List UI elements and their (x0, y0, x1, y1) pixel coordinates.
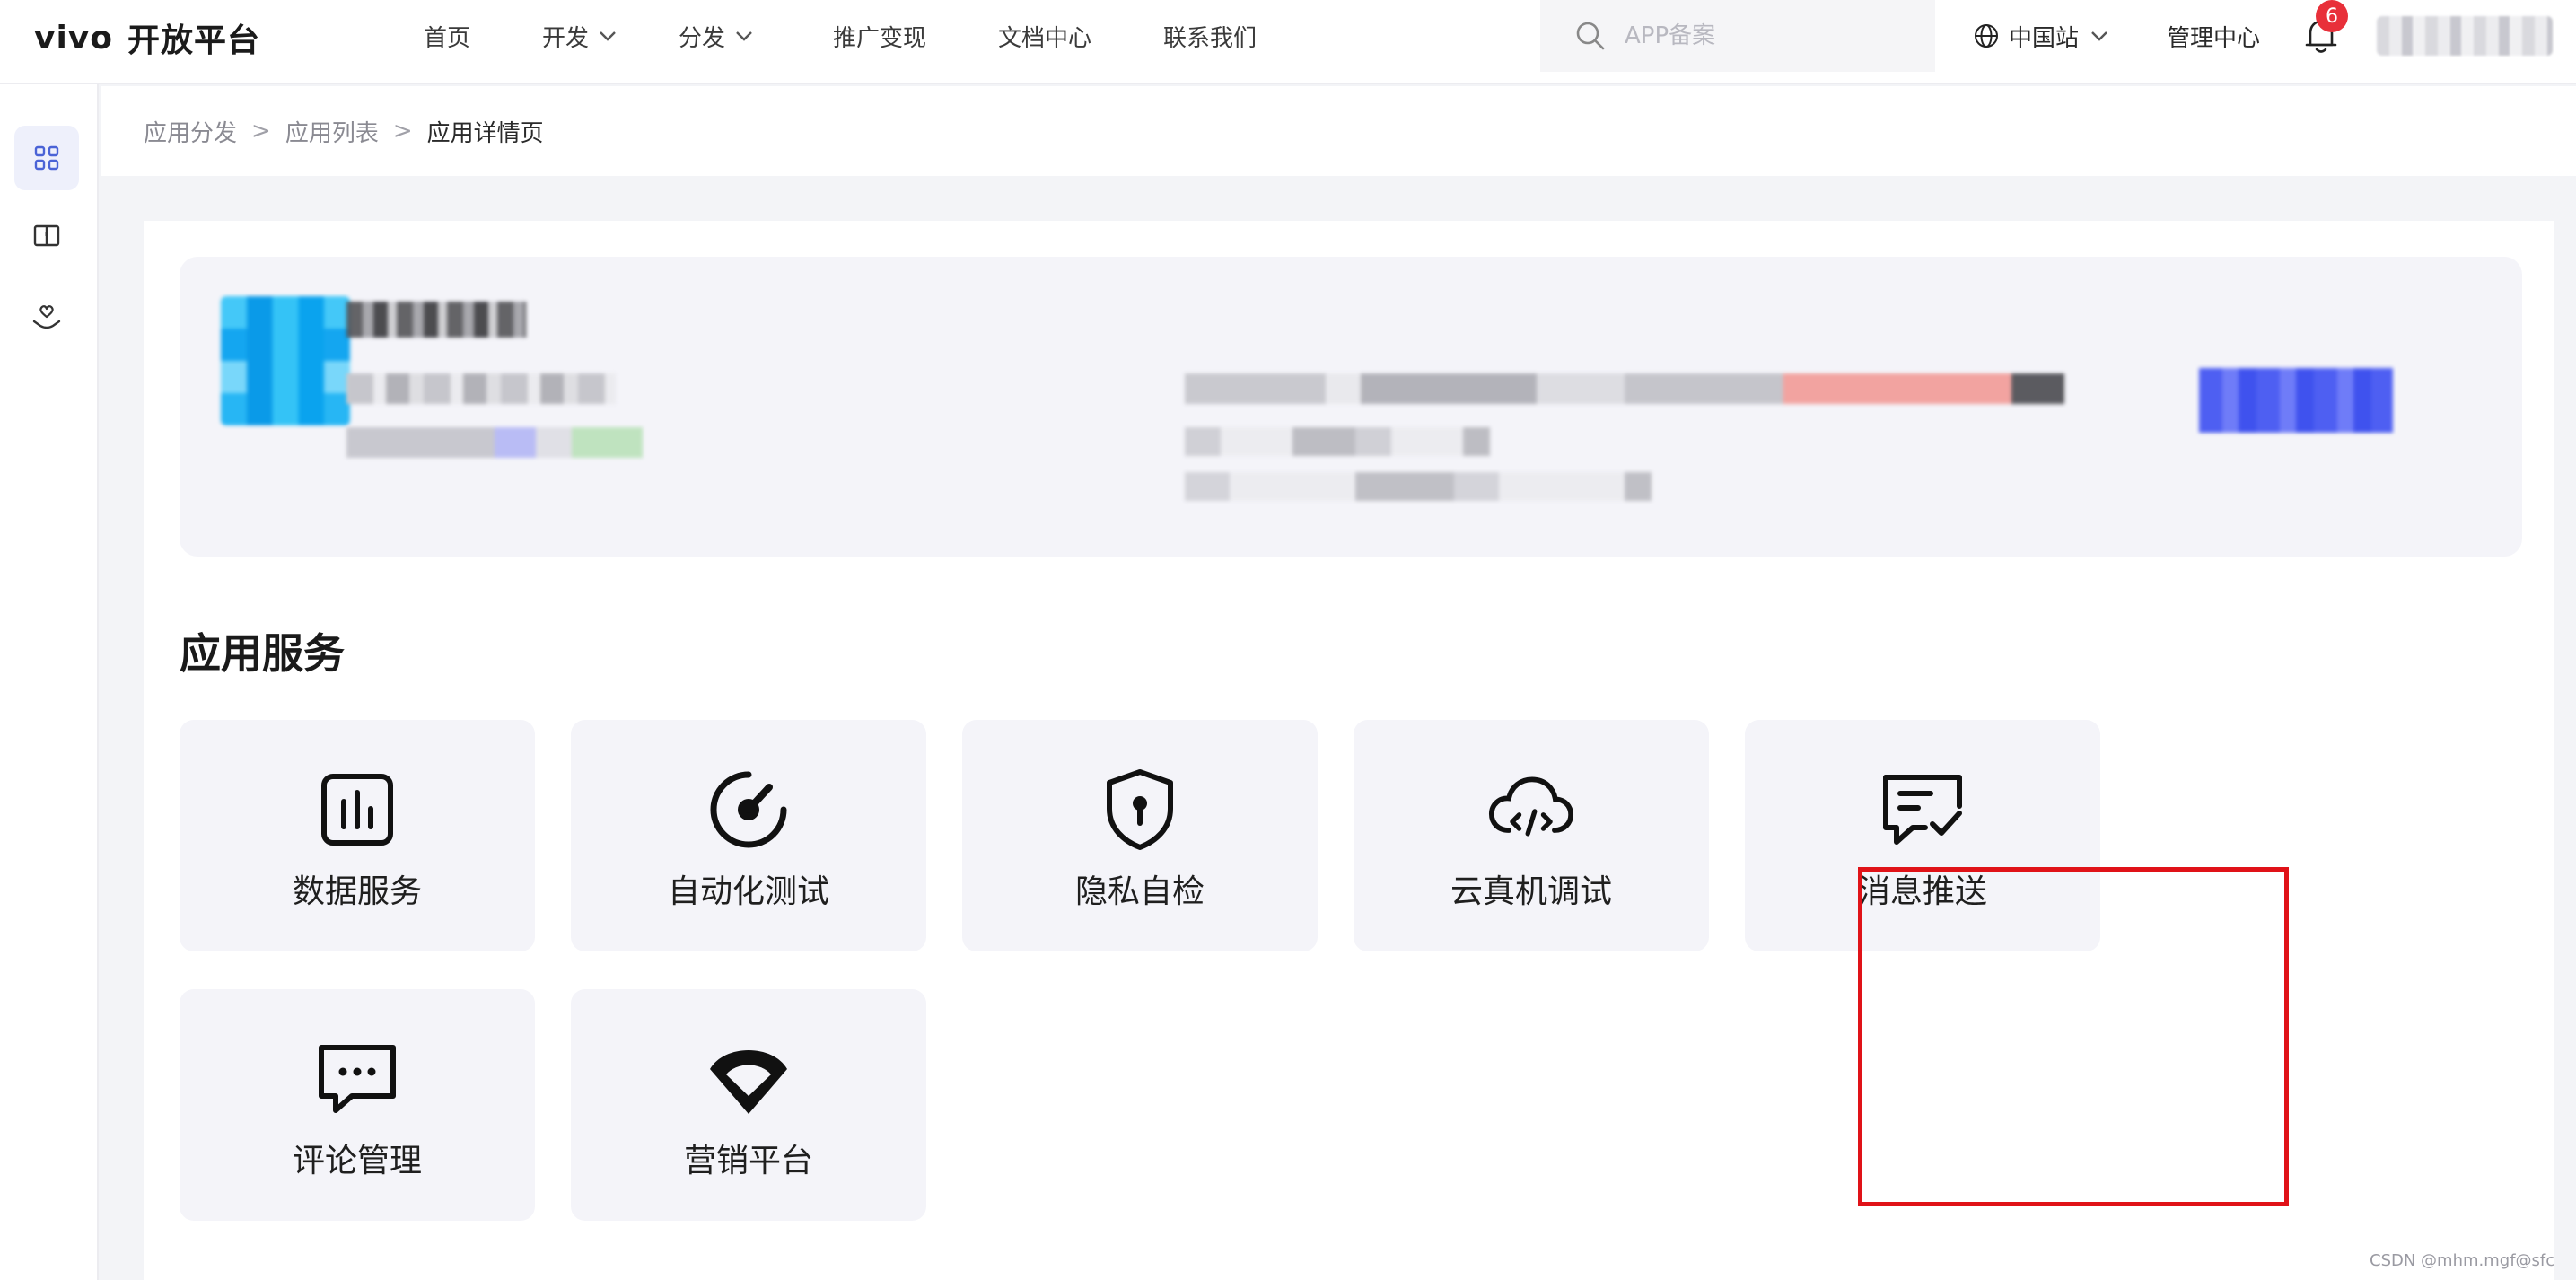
nav-docs-label: 文档中心 (998, 24, 1092, 52)
service-label: 营销平台 (683, 1143, 813, 1179)
left-sidebar (0, 84, 99, 1280)
search-icon (1576, 22, 1605, 50)
chevron-down-icon (736, 31, 752, 41)
service-card-push-message[interactable]: 消息推送 (1745, 720, 2100, 951)
nav-distribute-label: 分发 (679, 24, 726, 52)
nav-monetize-label: 推广变现 (833, 24, 927, 52)
service-label: 云真机调试 (1450, 873, 1612, 910)
shield-lock-icon (1107, 769, 1173, 850)
chevron-down-icon (2091, 31, 2107, 41)
app-name (346, 302, 526, 338)
chevron-down-icon (600, 31, 616, 41)
top-nav-bar: vivo 开放平台 首页 开发 分发 推广变现 文档中心 联系我们 中国站 (0, 0, 2576, 84)
service-card-privacy[interactable]: 隐私自检 (962, 720, 1318, 951)
breadcrumb-item-app-list[interactable]: 应用列表 (285, 115, 379, 148)
nav-develop[interactable]: 开发 (542, 18, 618, 54)
management-center-label: 管理中心 (2167, 24, 2261, 52)
data-chart-icon (321, 774, 393, 846)
service-card-data[interactable]: 数据服务 (180, 720, 535, 951)
heart-hand-icon (32, 305, 61, 329)
service-label: 自动化测试 (667, 873, 829, 910)
service-label: 隐私自检 (1074, 873, 1205, 910)
app-action-button[interactable] (2199, 368, 2393, 433)
sidebar-item-apps[interactable] (14, 126, 79, 190)
nav-docs[interactable]: 文档中心 (998, 18, 1091, 54)
nav-contact-label: 联系我们 (1163, 24, 1257, 52)
message-check-icon (1883, 775, 1962, 845)
breadcrumb: 应用分发 > 应用列表 > 应用详情页 (144, 113, 544, 149)
nav-distribute[interactable]: 分发 (679, 18, 754, 54)
region-label: 中国站 (2009, 24, 2080, 52)
platform-logo[interactable]: vivo 开放平台 (34, 16, 261, 60)
app-meta-line (346, 373, 616, 404)
services-section-title: 应用服务 (180, 629, 345, 678)
breadcrumb-bar: 应用分发 > 应用列表 > 应用详情页 (101, 86, 2576, 176)
gauge-icon (710, 771, 787, 848)
globe-icon (1975, 24, 1998, 48)
service-label: 数据服务 (292, 873, 422, 910)
search-box[interactable] (1540, 0, 1935, 72)
nav-contact[interactable]: 联系我们 (1163, 18, 1257, 54)
csdn-watermark: CSDN @mhm.mgf@sfc (2370, 1251, 2555, 1270)
user-account-menu[interactable] (2377, 16, 2553, 56)
notification-badge: 6 (2316, 0, 2348, 32)
app-package-info (1185, 373, 2064, 404)
region-selector[interactable]: 中国站 (1973, 18, 2109, 54)
management-center-link[interactable]: 管理中心 (2167, 18, 2260, 54)
nav-monetize[interactable]: 推广变现 (833, 18, 926, 54)
service-label: 消息推送 (1857, 873, 1987, 910)
logo-brand: vivo (34, 19, 114, 57)
nav-home[interactable]: 首页 (424, 18, 470, 54)
book-icon (33, 224, 60, 247)
sidebar-item-docs[interactable] (14, 203, 79, 267)
main-panel: 应用服务 数据服务 自动化测试 隐私自检 云真机调试 消息推送 评论管理 营销平… (144, 221, 2554, 1280)
app-icon (221, 296, 350, 425)
sidebar-item-care[interactable] (14, 285, 79, 350)
breadcrumb-separator: > (251, 118, 271, 145)
breadcrumb-item-distribution[interactable]: 应用分发 (144, 115, 237, 148)
cloud-code-icon (1488, 776, 1574, 837)
service-card-auto-test[interactable]: 自动化测试 (571, 720, 926, 951)
breadcrumb-separator: > (392, 118, 413, 145)
app-tags (346, 427, 643, 458)
breadcrumb-item-current: 应用详情页 (426, 119, 544, 147)
service-card-cloud-device[interactable]: 云真机调试 (1354, 720, 1709, 951)
marketing-logo-icon (710, 1050, 787, 1114)
comment-icon (319, 1045, 396, 1113)
service-label: 评论管理 (292, 1143, 422, 1179)
service-card-marketing[interactable]: 营销平台 (571, 989, 926, 1221)
app-info-card (180, 257, 2522, 557)
nav-develop-label: 开发 (542, 24, 590, 52)
app-update-info (1185, 472, 1652, 501)
nav-home-label: 首页 (424, 24, 471, 52)
service-card-comments[interactable]: 评论管理 (180, 989, 535, 1221)
app-version-info (1185, 427, 1490, 456)
grid-icon (34, 145, 59, 171)
logo-text: 开放平台 (127, 22, 261, 59)
search-input[interactable] (1623, 22, 1896, 50)
